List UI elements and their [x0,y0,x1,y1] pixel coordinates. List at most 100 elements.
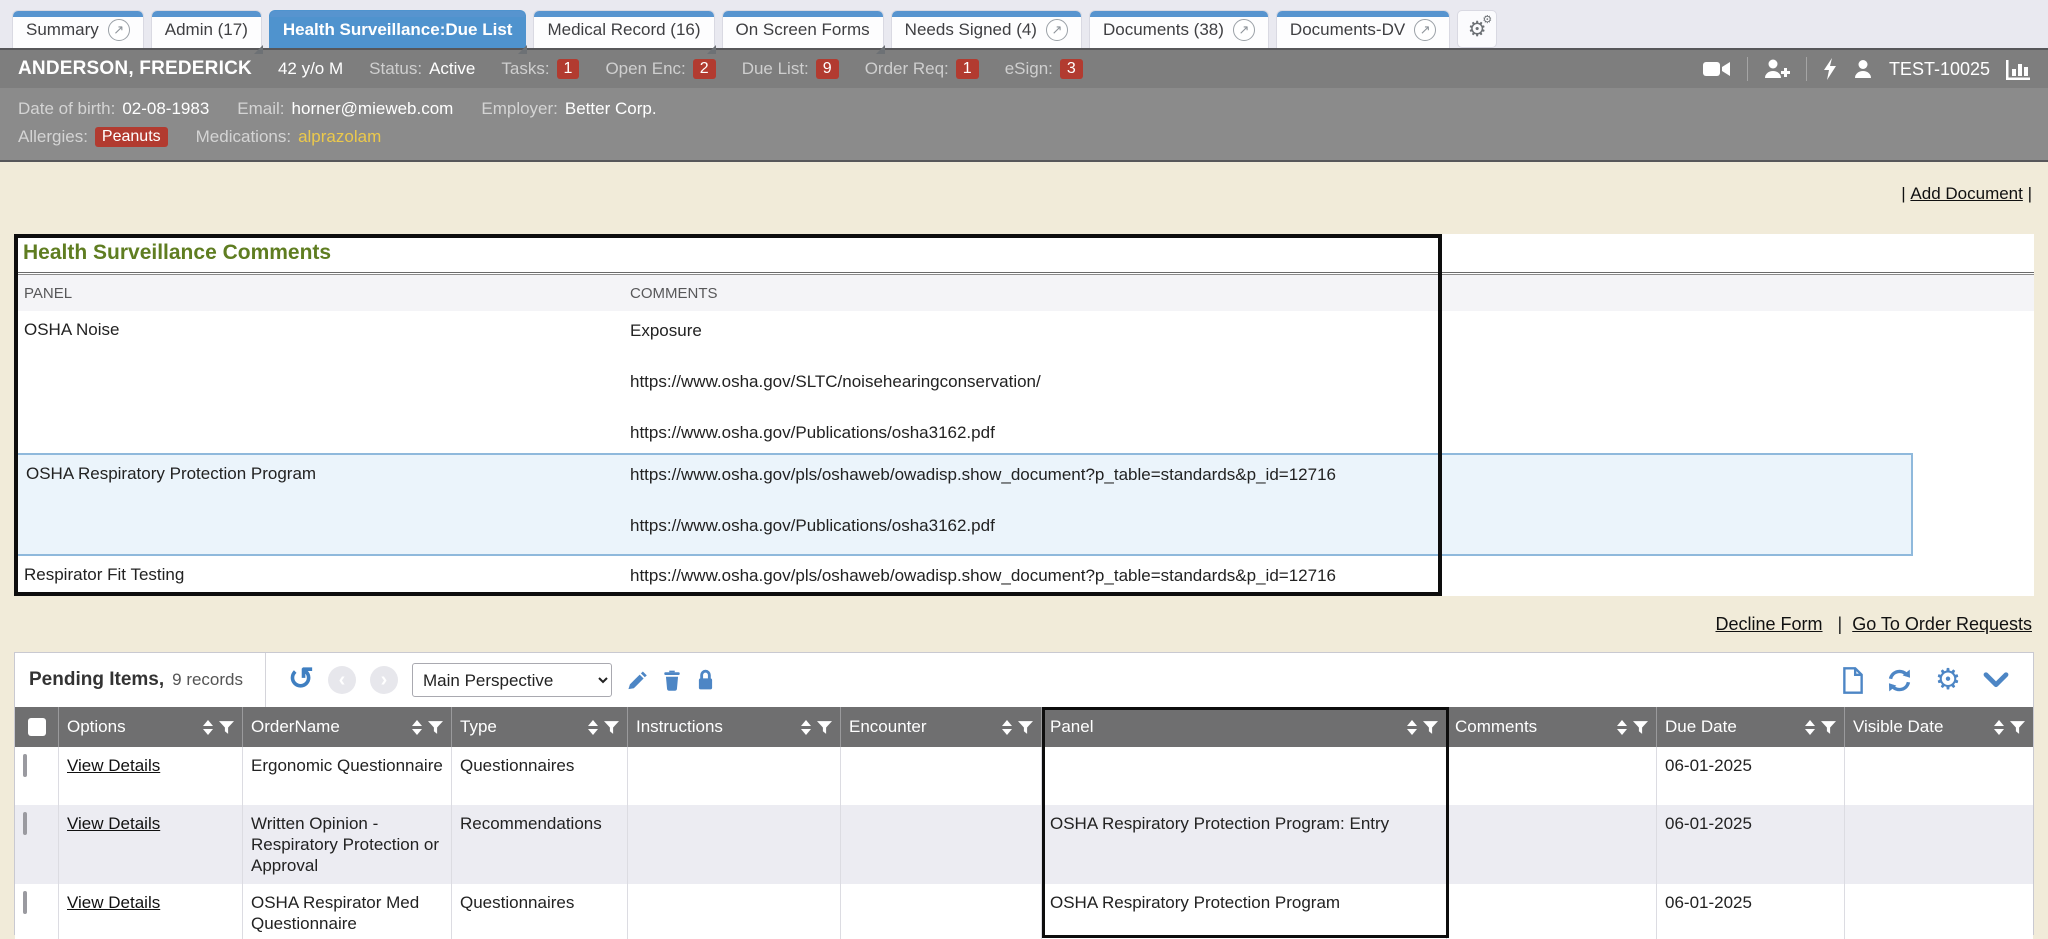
filter-icon[interactable] [2010,721,2025,734]
sort-icon[interactable] [1002,720,1012,735]
lock-icon[interactable] [696,669,715,691]
comments-table-header: PANEL COMMENTS [14,275,2034,311]
column-header-ordername[interactable]: OrderName [243,707,452,747]
filter-icon[interactable] [428,721,443,734]
medication-value[interactable]: alprazolam [298,127,381,147]
comments-row-osha-respiratory-selected[interactable]: OSHA Respiratory Protection Program http… [14,453,1913,556]
column-header-encounter[interactable]: Encounter [841,707,1042,747]
table-row[interactable]: View Details Written Opinion - Respirato… [15,805,2033,884]
pending-title: Pending Items, [29,669,164,691]
lightning-icon[interactable] [1823,58,1837,80]
go-to-order-requests-link[interactable]: Go To Order Requests [1852,614,2032,634]
filter-icon[interactable] [1018,721,1033,734]
column-header-due-date[interactable]: Due Date [1657,707,1845,747]
table-row[interactable]: View Details Ergonomic Questionnaire Que… [15,747,2033,805]
instructions-cell [628,884,841,939]
edit-pencil-icon[interactable] [626,669,648,691]
esign-badge[interactable]: 3 [1060,59,1083,79]
popout-icon[interactable]: ↗ [1414,19,1436,41]
filter-icon[interactable] [1633,721,1648,734]
popout-icon[interactable]: ↗ [108,19,130,41]
sort-icon[interactable] [1407,720,1417,735]
panel-cell: OSHA Respiratory Protection Program [1042,884,1447,939]
column-header-type[interactable]: Type [452,707,628,747]
encounter-cell [841,884,1042,939]
options-cell: View Details [59,884,243,939]
forward-icon[interactable]: › [370,666,398,694]
sort-icon[interactable] [588,720,598,735]
video-call-icon[interactable] [1703,60,1731,78]
tab-on-screen-forms[interactable]: On Screen Forms [722,10,884,48]
tab-documents-dv[interactable]: Documents-DV ↗ [1276,10,1450,48]
sort-icon[interactable] [412,720,422,735]
tab-label: Medical Record (16) [547,20,700,40]
sort-icon[interactable] [1805,720,1815,735]
filter-icon[interactable] [817,721,832,734]
pending-table-header: Options OrderName Type Instructions Enco… [15,707,2033,747]
user-icon[interactable] [1853,59,1873,79]
filter-icon[interactable] [1423,721,1438,734]
row-select-cell [15,884,59,939]
comments-row-respirator-fit-testing[interactable]: Respirator Fit Testing https://www.osha.… [14,556,1913,596]
filter-icon[interactable] [1821,721,1836,734]
row-checkbox[interactable] [23,891,27,914]
popout-icon[interactable]: ↗ [1046,19,1068,41]
collapse-chevron-icon[interactable] [1983,671,2009,689]
column-header-instructions[interactable]: Instructions [628,707,841,747]
view-details-link[interactable]: View Details [67,893,160,912]
tab-label: Documents-DV [1290,20,1405,40]
new-document-icon[interactable] [1842,667,1864,694]
table-row[interactable]: View Details OSHA Respirator Med Questio… [15,884,2033,939]
decline-form-link[interactable]: Decline Form [1715,614,1822,634]
dropdown-fold-icon [876,45,885,54]
open-enc-badge[interactable]: 2 [693,59,716,79]
column-header-panel[interactable]: Panel [1042,707,1447,747]
sort-icon[interactable] [801,720,811,735]
perspective-select[interactable]: Main Perspective [412,663,612,697]
tab-needs-signed[interactable]: Needs Signed (4) ↗ [891,10,1082,48]
allergy-badge[interactable]: Peanuts [95,127,168,147]
order-req-badge[interactable]: 1 [956,59,979,79]
column-header-options[interactable]: Options [59,707,243,747]
view-details-link[interactable]: View Details [67,756,160,775]
panel-cell: OSHA Respiratory Protection Program: Ent… [1042,805,1447,884]
popout-icon[interactable]: ↗ [1233,19,1255,41]
email-label: Email: [237,99,284,119]
add-document-link[interactable]: Add Document [1910,184,2022,203]
column-header-comments[interactable]: Comments [1447,707,1657,747]
tab-settings-gear-button[interactable]: ⚙⚙ [1457,10,1497,48]
back-icon[interactable]: ‹ [328,666,356,694]
tab-health-surveillance-due-list[interactable]: Health Surveillance:Due List [269,10,527,48]
type-cell: Questionnaires [452,747,628,805]
table-settings-gear-icon[interactable]: ⚙ [1935,666,1961,695]
undo-icon[interactable]: ↺ [288,663,314,694]
user-id[interactable]: TEST-10025 [1889,59,1990,80]
type-cell: Questionnaires [452,884,628,939]
row-checkbox[interactable] [23,812,27,835]
row-checkbox[interactable] [23,754,27,777]
tab-medical-record[interactable]: Medical Record (16) [533,10,714,48]
filter-icon[interactable] [219,721,234,734]
patient-name: ANDERSON, FREDERICK [18,58,252,80]
sort-icon[interactable] [203,720,213,735]
due-list-badge[interactable]: 9 [816,59,839,79]
options-cell: View Details [59,805,243,884]
select-all-cell [15,707,59,747]
add-user-icon[interactable] [1764,59,1790,79]
select-all-checkbox[interactable] [28,718,46,736]
tab-label: Summary [26,20,99,40]
tab-admin[interactable]: Admin (17) [151,10,262,48]
column-header-visible-date[interactable]: Visible Date [1845,707,2033,747]
delete-trash-icon[interactable] [662,669,682,691]
bar-chart-icon[interactable] [2006,58,2030,80]
tasks-badge[interactable]: 1 [557,59,580,79]
tab-documents[interactable]: Documents (38) ↗ [1089,10,1269,48]
sort-icon[interactable] [1994,720,2004,735]
refresh-icon[interactable] [1886,668,1913,693]
view-details-link[interactable]: View Details [67,814,160,833]
email-value: horner@mieweb.com [292,99,454,119]
filter-icon[interactable] [604,721,619,734]
tab-summary[interactable]: Summary ↗ [12,10,144,48]
comments-row-osha-noise[interactable]: OSHA Noise Exposure https://www.osha.gov… [14,311,1913,453]
sort-icon[interactable] [1617,720,1627,735]
